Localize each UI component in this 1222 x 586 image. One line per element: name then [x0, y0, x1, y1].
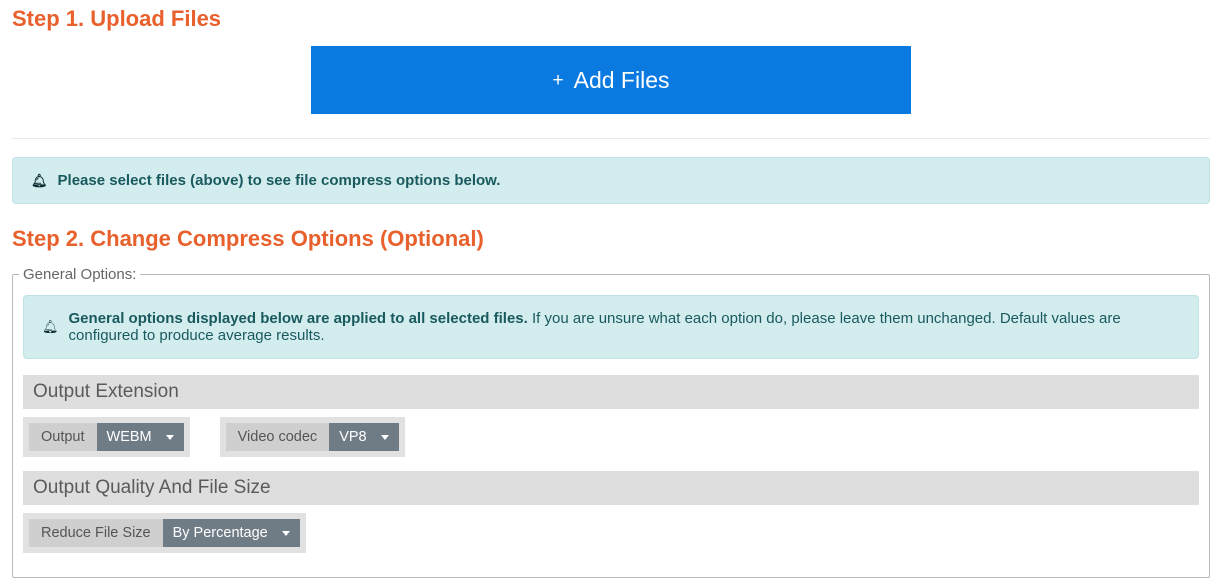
- video-codec-select-value: VP8: [339, 429, 366, 445]
- chevron-down-icon: [381, 435, 389, 440]
- video-codec-select[interactable]: VP8: [329, 423, 398, 451]
- add-files-button[interactable]: + Add Files: [311, 46, 911, 114]
- reduce-file-size-label: Reduce File Size: [29, 519, 163, 547]
- chevron-down-icon: [166, 435, 174, 440]
- chevron-down-icon: [282, 531, 290, 536]
- general-options-info-strong: General options displayed below are appl…: [69, 310, 528, 327]
- select-files-notice-text: Please select files (above) to see file …: [58, 172, 501, 189]
- reduce-file-size-group: Reduce File Size By Percentage: [23, 513, 306, 553]
- output-select[interactable]: WEBM: [97, 423, 184, 451]
- general-options-info: 🔔︎ General options displayed below are a…: [23, 295, 1199, 359]
- reduce-file-size-select[interactable]: By Percentage: [163, 519, 300, 547]
- separator: [12, 138, 1210, 139]
- general-options-info-text: General options displayed below are appl…: [69, 310, 1180, 344]
- bell-icon: 🔔︎: [42, 319, 59, 335]
- output-label: Output: [29, 423, 97, 451]
- add-files-row: + Add Files: [12, 46, 1210, 114]
- video-codec-label: Video codec: [226, 423, 330, 451]
- output-extension-header: Output Extension: [23, 375, 1199, 409]
- output-extension-controls: Output WEBM Video codec VP8: [13, 417, 1209, 471]
- bell-icon: 🔔︎: [31, 173, 48, 189]
- output-group: Output WEBM: [23, 417, 190, 457]
- general-options-fieldset: General Options: 🔔︎ General options disp…: [12, 266, 1210, 578]
- output-quality-header: Output Quality And File Size: [23, 471, 1199, 505]
- select-files-notice: 🔔︎ Please select files (above) to see fi…: [12, 157, 1210, 204]
- add-files-label: Add Files: [574, 67, 670, 94]
- general-options-legend: General Options:: [19, 266, 140, 283]
- step2-title: Step 2. Change Compress Options (Optiona…: [12, 226, 1210, 252]
- reduce-file-size-value: By Percentage: [173, 525, 268, 541]
- plus-icon: +: [553, 70, 564, 92]
- step1-title: Step 1. Upload Files: [12, 6, 1210, 32]
- video-codec-group: Video codec VP8: [220, 417, 405, 457]
- output-quality-controls: Reduce File Size By Percentage: [13, 513, 1209, 567]
- output-select-value: WEBM: [107, 429, 152, 445]
